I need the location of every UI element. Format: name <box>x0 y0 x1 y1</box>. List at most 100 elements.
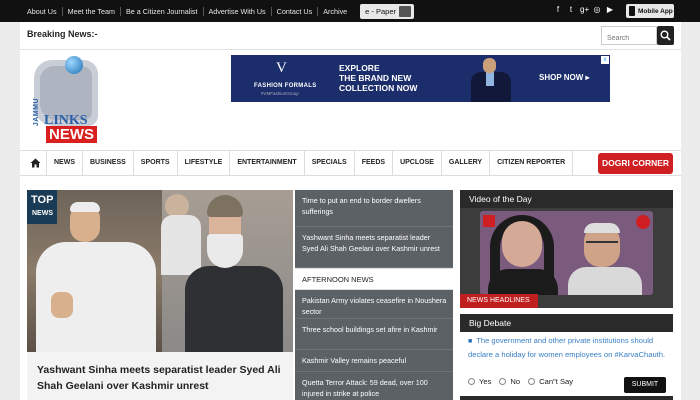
dogri-corner-button[interactable]: DOGRI CORNER <box>598 153 673 174</box>
top-nav: About Us Meet the Team Be a Citizen Jour… <box>22 0 415 22</box>
logo-text-news: NEWS <box>46 126 97 143</box>
search-input[interactable] <box>601 26 657 45</box>
search-icon <box>660 30 671 41</box>
ad-line-1: EXPLORE <box>339 63 380 73</box>
section-header: AFTERNOON NEWS <box>295 268 453 290</box>
phone-icon <box>629 6 635 16</box>
brand-logo-icon: V <box>276 60 287 76</box>
video-of-the-day-header: Video of the Day <box>460 190 673 208</box>
video-thumbnail <box>480 211 653 295</box>
epaper-label: e - Paper <box>365 6 397 16</box>
list-item[interactable]: Pakistan Army violates ceasefire in Nous… <box>295 290 453 319</box>
list-item-text: Yashwant Sinha meets separatist leader S… <box>302 233 440 253</box>
twitter-icon[interactable]: t <box>567 5 575 15</box>
poll-option-no[interactable]: No <box>499 377 520 386</box>
top-news-tag: TOP NEWS <box>27 190 57 224</box>
nav-citizen-reporter[interactable]: CITIZEN REPORTER <box>490 151 574 175</box>
ad-line-2: THE BRAND NEW <box>339 73 412 83</box>
home-icon <box>30 158 41 168</box>
ad-close-icon[interactable]: x <box>601 56 609 64</box>
list-item[interactable]: Three school buildings set afire in Kash… <box>295 319 453 350</box>
top-link-about[interactable]: About Us <box>22 6 63 16</box>
ad-brand-handle: #VMFashionGroup <box>261 91 299 96</box>
nav-sports[interactable]: SPORTS <box>134 151 178 175</box>
list-item-text: Three school buildings set afire in Kash… <box>302 325 438 334</box>
debate-question-text: The government and other private institu… <box>468 336 666 359</box>
site-logo[interactable]: JAMMU LINKS NEWS <box>32 56 102 144</box>
social-links: f t g+ ◎ ▶ <box>554 5 614 15</box>
nav-specials[interactable]: SPECIALS <box>305 151 355 175</box>
list-item[interactable]: Yashwant Sinha meets separatist leader S… <box>295 227 453 268</box>
ad-brand: FASHION FORMALS <box>254 83 317 89</box>
list-item-text: Pakistan Army violates ceasefire in Nous… <box>302 296 447 316</box>
instagram-icon[interactable]: ◎ <box>593 5 601 15</box>
newspaper-icon <box>399 5 412 17</box>
ad-banner[interactable]: V FASHION FORMALS #VMFashionGroup EXPLOR… <box>231 55 610 102</box>
top-link-advertise[interactable]: Advertise With Us <box>204 6 272 16</box>
top-link-contact[interactable]: Contact Us <box>272 6 319 16</box>
channel-logo-icon <box>483 215 495 227</box>
breaking-news-bar: Breaking News:- <box>20 22 681 50</box>
radio-button[interactable] <box>528 377 536 385</box>
submit-button[interactable]: SUBMIT <box>624 377 666 393</box>
nav-upclose[interactable]: UPCLOSE <box>393 151 442 175</box>
top-link-citizen-journalist[interactable]: Be a Citizen Journalist <box>121 6 204 16</box>
video-player[interactable]: NEWS HEADLINES <box>460 208 673 308</box>
poll-option-label: No <box>510 376 521 386</box>
ad-shop-now-link[interactable]: SHOP NOW ▸ <box>539 73 590 82</box>
home-button[interactable] <box>25 151 47 175</box>
mobile-app-label: Mobile App <box>638 7 673 15</box>
top-link-archive[interactable]: Archive <box>318 7 352 16</box>
radio-button[interactable] <box>499 377 507 385</box>
nav-gallery[interactable]: GALLERY <box>442 151 491 175</box>
nav-business[interactable]: BUSINESS <box>83 151 134 175</box>
list-item[interactable]: Time to put an end to border dwellers su… <box>295 190 453 227</box>
poll-option-cant-say[interactable]: Can"t Say <box>528 377 573 386</box>
debate-poll-options: Yes No Can"t Say <box>468 374 581 388</box>
list-item-text: Kashmir Valley remains peaceful <box>302 356 407 365</box>
section-header-label: AFTERNOON NEWS <box>302 275 374 284</box>
page-container: Breaking News:- JAMMU LINKS NEWS V FASHI… <box>20 22 681 400</box>
list-item-text: Quetta Terror Attack: 59 dead, over 100 … <box>302 378 428 398</box>
poll-option-label: Can"t Say <box>539 376 574 386</box>
nav-entertainment[interactable]: ENTERTAINMENT <box>230 151 305 175</box>
bullet-icon: ■ <box>468 338 473 345</box>
logo-text-jammu: JAMMU <box>33 98 40 127</box>
news-headlines-badge: NEWS HEADLINES <box>460 294 538 308</box>
youtube-icon[interactable]: ▶ <box>606 5 614 15</box>
breaking-news-label: Breaking News:- <box>27 29 98 39</box>
nav-feeds[interactable]: FEEDS <box>355 151 394 175</box>
channel-badge-icon <box>636 215 650 229</box>
big-debate-title: Big Debate <box>469 318 512 328</box>
nav-news[interactable]: NEWS <box>47 151 83 175</box>
list-item[interactable]: Quetta Terror Attack: 59 dead, over 100 … <box>295 372 453 400</box>
video-of-the-day-title: Video of the Day <box>469 194 532 204</box>
debate-question[interactable]: ■ The government and other private instit… <box>468 334 673 361</box>
ad-model-image <box>461 55 521 102</box>
facebook-icon[interactable]: f <box>554 5 562 15</box>
news-list: Time to put an end to border dwellers su… <box>295 190 453 400</box>
big-debate-header: Big Debate <box>460 314 673 332</box>
top-news-headline[interactable]: Yashwant Sinha meets separatist leader S… <box>37 362 287 394</box>
top-news-tag-top: TOP <box>31 194 54 206</box>
list-item[interactable]: Kashmir Valley remains peaceful <box>295 350 453 372</box>
search-button[interactable] <box>657 26 674 45</box>
top-link-team[interactable]: Meet the Team <box>63 6 121 16</box>
logo-map-inner <box>40 66 92 120</box>
poll-option-label: Yes <box>479 376 492 386</box>
ad-line-3: COLLECTION NOW <box>339 83 418 93</box>
radio-button[interactable] <box>468 377 475 385</box>
top-news-image[interactable]: TOP NEWS <box>27 190 293 352</box>
epaper-button[interactable]: e - Paper <box>360 3 415 19</box>
list-item-text: Time to put an end to border dwellers su… <box>302 196 421 216</box>
mobile-app-button[interactable]: Mobile App <box>626 4 674 18</box>
main-nav: NEWS BUSINESS SPORTS LIFESTYLE ENTERTAIN… <box>20 150 681 176</box>
top-bar: About Us Meet the Team Be a Citizen Jour… <box>0 0 700 22</box>
section-divider <box>460 396 673 400</box>
google-plus-icon[interactable]: g+ <box>580 5 589 15</box>
nav-lifestyle[interactable]: LIFESTYLE <box>178 151 231 175</box>
news-headlines-label: NEWS HEADLINES <box>467 297 530 304</box>
top-news-tag-news: NEWS <box>32 210 53 217</box>
top-news-headline-box: Yashwant Sinha meets separatist leader S… <box>27 352 293 400</box>
poll-option-yes[interactable]: Yes <box>468 377 491 386</box>
